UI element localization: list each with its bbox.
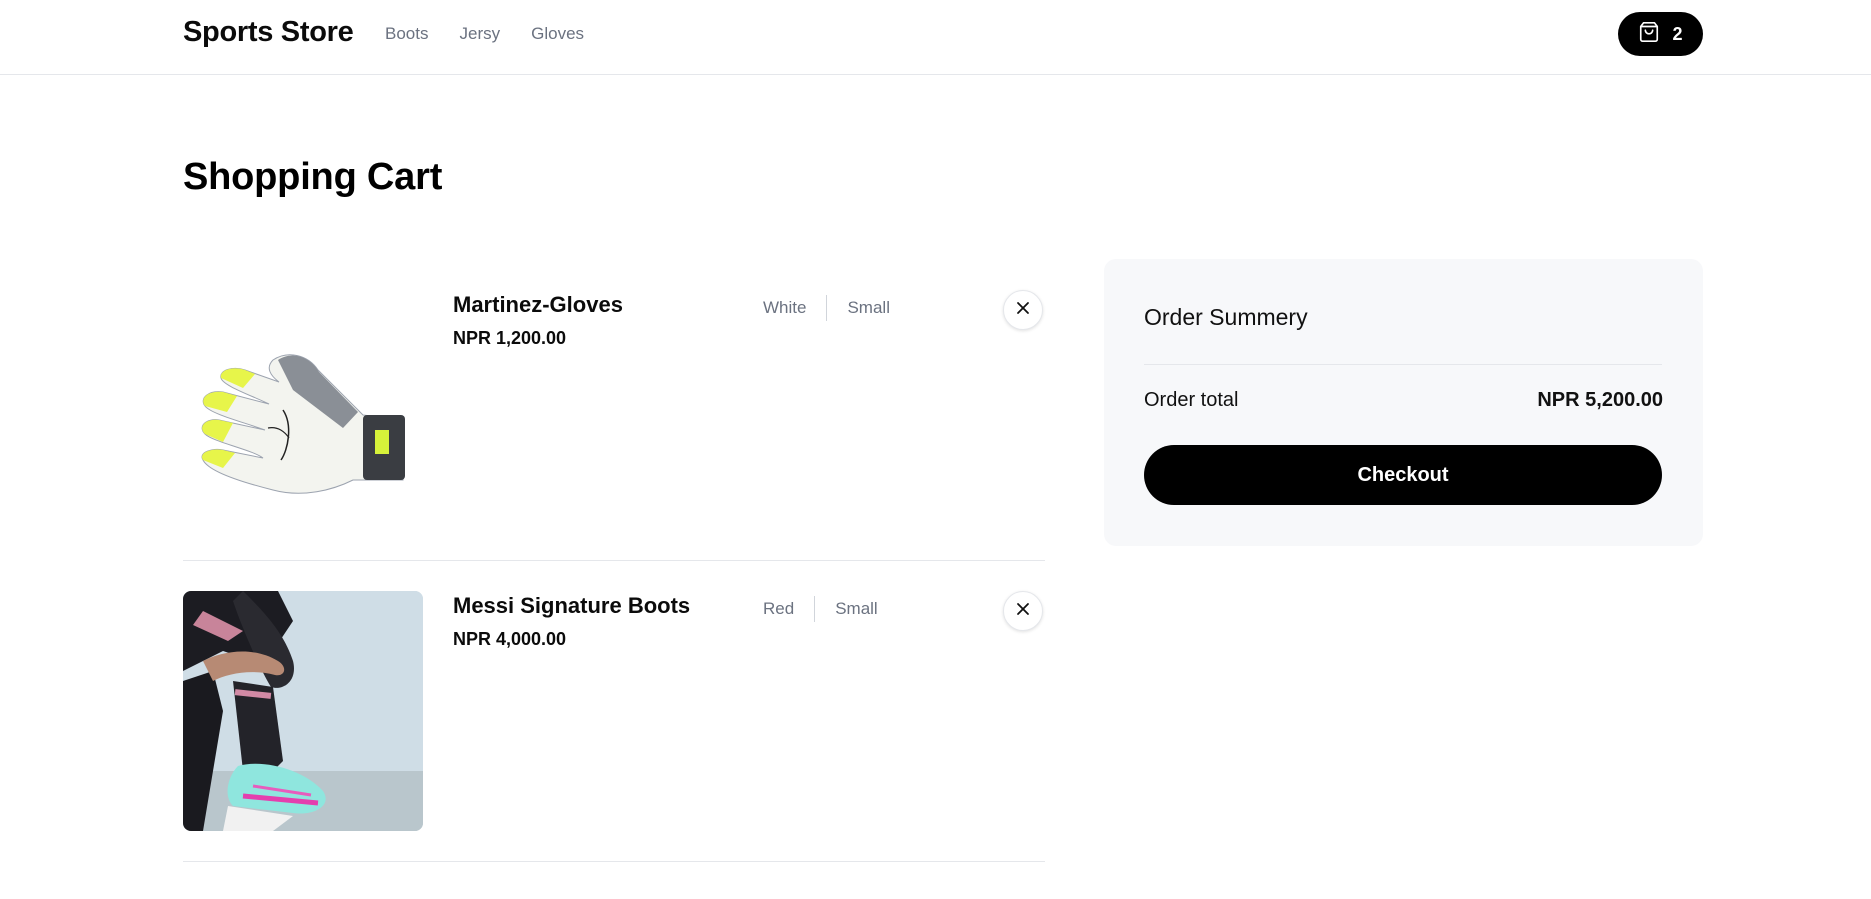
close-icon	[1015, 601, 1031, 622]
item-variants: Red Small	[763, 596, 878, 622]
nav-link-jersy[interactable]: Jersy	[459, 24, 500, 44]
remove-item-button[interactable]	[1003, 591, 1043, 631]
close-icon	[1015, 300, 1031, 321]
order-total-label: Order total	[1144, 389, 1239, 411]
nav-link-gloves[interactable]: Gloves	[531, 24, 584, 44]
item-price: NPR 4,000.00	[453, 629, 567, 649]
football-boots-player-image[interactable]	[183, 591, 423, 831]
main-nav: Boots Jersy Gloves	[385, 24, 584, 44]
item-variants: White Small	[763, 295, 890, 321]
item-color: White	[763, 298, 807, 317]
site-header: Sports Store Boots Jersy Gloves 2	[0, 0, 1871, 75]
item-color: Red	[763, 599, 795, 618]
cart-button[interactable]: 2	[1618, 12, 1703, 56]
nav-link-boots[interactable]: Boots	[385, 24, 428, 44]
shopping-bag-icon	[1638, 21, 1660, 48]
summary-divider	[1144, 364, 1662, 365]
summary-title: Order Summery	[1144, 304, 1308, 330]
item-name[interactable]: Messi Signature Boots	[453, 593, 690, 619]
cart-item: Martinez-Gloves NPR 1,200.00 White Small	[183, 260, 1045, 561]
checkout-button[interactable]: Checkout	[1144, 445, 1662, 505]
variant-divider	[826, 295, 828, 321]
remove-item-button[interactable]	[1003, 290, 1043, 330]
goalkeeper-glove-image[interactable]	[183, 290, 423, 530]
item-price: NPR 1,200.00	[453, 328, 567, 348]
item-name[interactable]: Martinez-Gloves	[453, 292, 623, 318]
item-size: Small	[835, 599, 878, 618]
cart-count-badge: 2	[1672, 23, 1683, 44]
item-size: Small	[847, 298, 890, 317]
order-total-value: NPR 5,200.00	[1537, 389, 1663, 411]
page-title: Shopping Cart	[183, 156, 443, 198]
order-summary-panel: Order Summery Order total NPR 5,200.00 C…	[1104, 259, 1703, 546]
variant-divider	[814, 596, 816, 622]
cart-item: Messi Signature Boots NPR 4,000.00 Red S…	[183, 561, 1045, 862]
store-logo[interactable]: Sports Store	[183, 16, 354, 49]
